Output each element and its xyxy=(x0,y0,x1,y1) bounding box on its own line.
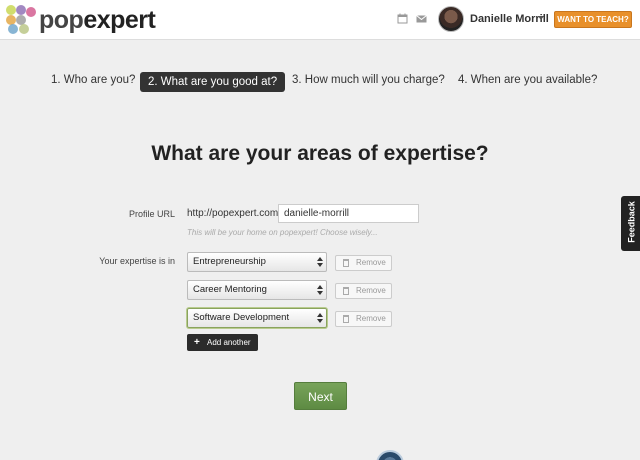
trash-icon xyxy=(343,287,349,295)
page-title: What are your areas of expertise? xyxy=(151,142,489,165)
select-arrows-icon xyxy=(317,313,323,324)
step-3[interactable]: 3. How much will you charge? xyxy=(292,74,445,86)
expertise-select-2-value: Career Mentoring xyxy=(193,284,267,295)
want-to-teach-button[interactable]: WANT TO TEACH? xyxy=(554,11,632,28)
expertise-select-3[interactable]: Software Development xyxy=(187,308,327,328)
avatar[interactable] xyxy=(438,6,464,32)
step-2-active[interactable]: 2. What are you good at? xyxy=(140,72,286,92)
expertise-select-1-value: Entrepreneurship xyxy=(193,256,266,267)
select-arrows-icon xyxy=(317,257,323,268)
popexpert-logo[interactable]: popexpert xyxy=(6,5,156,35)
top-header: popexpert Danielle Morrill WANT TO TEACH… xyxy=(0,0,640,40)
chat-widget-icon[interactable] xyxy=(376,450,404,460)
logo-dots-icon xyxy=(6,5,36,35)
calendar-icon[interactable] xyxy=(396,13,408,25)
expertise-select-3-value: Software Development xyxy=(193,312,290,323)
expertise-select-1[interactable]: Entrepreneurship xyxy=(187,252,327,272)
feedback-tab[interactable]: Feedback xyxy=(621,196,640,251)
expertise-select-2[interactable]: Career Mentoring xyxy=(187,280,327,300)
logo-text: popexpert xyxy=(39,6,156,34)
add-another-button[interactable]: + Add another xyxy=(187,334,258,351)
next-button[interactable]: Next xyxy=(294,382,347,410)
expertise-label: Your expertise is in xyxy=(99,256,175,266)
chevron-down-icon[interactable] xyxy=(538,16,544,20)
trash-icon xyxy=(343,259,349,267)
remove-button-2[interactable]: Remove xyxy=(335,283,392,299)
profile-url-prefix: http://popexpert.com/ xyxy=(187,208,281,219)
mail-icon[interactable] xyxy=(415,13,427,25)
select-arrows-icon xyxy=(317,285,323,296)
profile-url-label: Profile URL xyxy=(128,209,175,219)
step-4[interactable]: 4. When are you available? xyxy=(458,74,597,86)
profile-url-input[interactable]: danielle-morrill xyxy=(278,204,419,223)
remove-button-1[interactable]: Remove xyxy=(335,255,392,271)
profile-url-hint: This will be your home on popexpert! Cho… xyxy=(187,228,378,237)
trash-icon xyxy=(343,315,349,323)
plus-icon: + xyxy=(194,337,200,348)
step-1[interactable]: 1. Who are you? xyxy=(51,74,135,86)
remove-button-3[interactable]: Remove xyxy=(335,311,392,327)
